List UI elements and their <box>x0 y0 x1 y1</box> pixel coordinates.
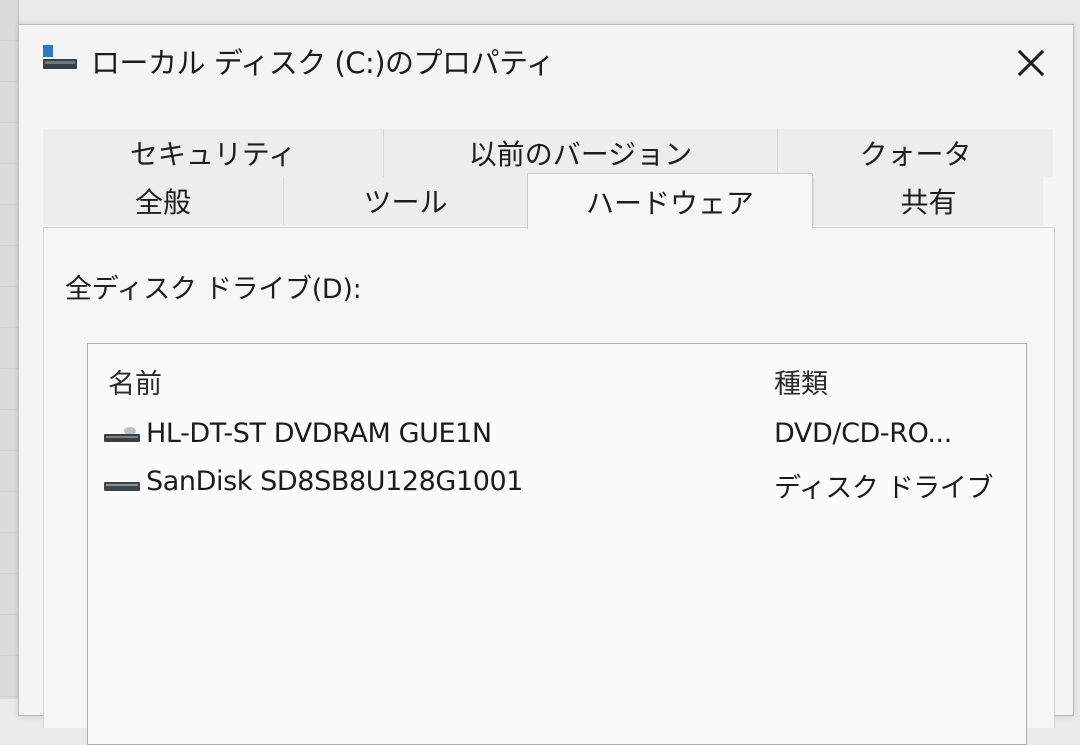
tab-sharing[interactable]: 共有 <box>813 177 1043 225</box>
tab-row-front: 全般 ツール ハードウェア 共有 <box>43 173 1043 229</box>
device-name: HL-DT-ST DVDRAM GUE1N <box>146 418 492 449</box>
background-window-edge <box>0 0 19 699</box>
disk-drives-list[interactable]: 名前 種類 HL-DT-ST DVDRAM GUE1N DVD/CD-RO...… <box>87 343 1027 745</box>
tab-hardware[interactable]: ハードウェア <box>527 173 813 229</box>
drive-icon <box>41 43 79 75</box>
device-type: ディスク ドライブ <box>774 473 994 504</box>
tab-quota[interactable]: クォータ <box>777 129 1053 177</box>
column-header-type[interactable]: 種類 <box>774 362 828 401</box>
properties-dialog: ローカル ディスク (C:)のプロパティ セキュリティ 以前のバージョン クォー… <box>18 24 1074 745</box>
window-title: ローカル ディスク (C:)のプロパティ <box>91 46 555 80</box>
close-icon <box>1016 48 1046 82</box>
device-name: SanDisk SD8SB8U128G1001 <box>146 466 524 497</box>
device-type: DVD/CD-RO... <box>774 418 952 449</box>
tab-security[interactable]: セキュリティ <box>43 129 383 177</box>
tab-general[interactable]: 全般 <box>43 177 283 225</box>
disk-drive-icon <box>104 474 140 496</box>
tab-row-back: セキュリティ 以前のバージョン クォータ <box>43 129 1053 177</box>
optical-drive-icon <box>104 426 140 448</box>
tab-previous-versions[interactable]: 以前のバージョン <box>383 129 777 177</box>
all-disk-drives-label: 全ディスク ドライブ(D): <box>65 274 362 305</box>
list-item[interactable]: HL-DT-ST DVDRAM GUE1N DVD/CD-RO... <box>88 412 1026 460</box>
title-bar[interactable]: ローカル ディスク (C:)のプロパティ <box>19 25 1073 103</box>
list-item[interactable]: SanDisk SD8SB8U128G1001 ディスク ドライブ <box>88 460 1026 508</box>
tab-tools[interactable]: ツール <box>283 177 527 225</box>
column-header-name[interactable]: 名前 <box>108 362 162 401</box>
close-button[interactable] <box>999 37 1063 93</box>
